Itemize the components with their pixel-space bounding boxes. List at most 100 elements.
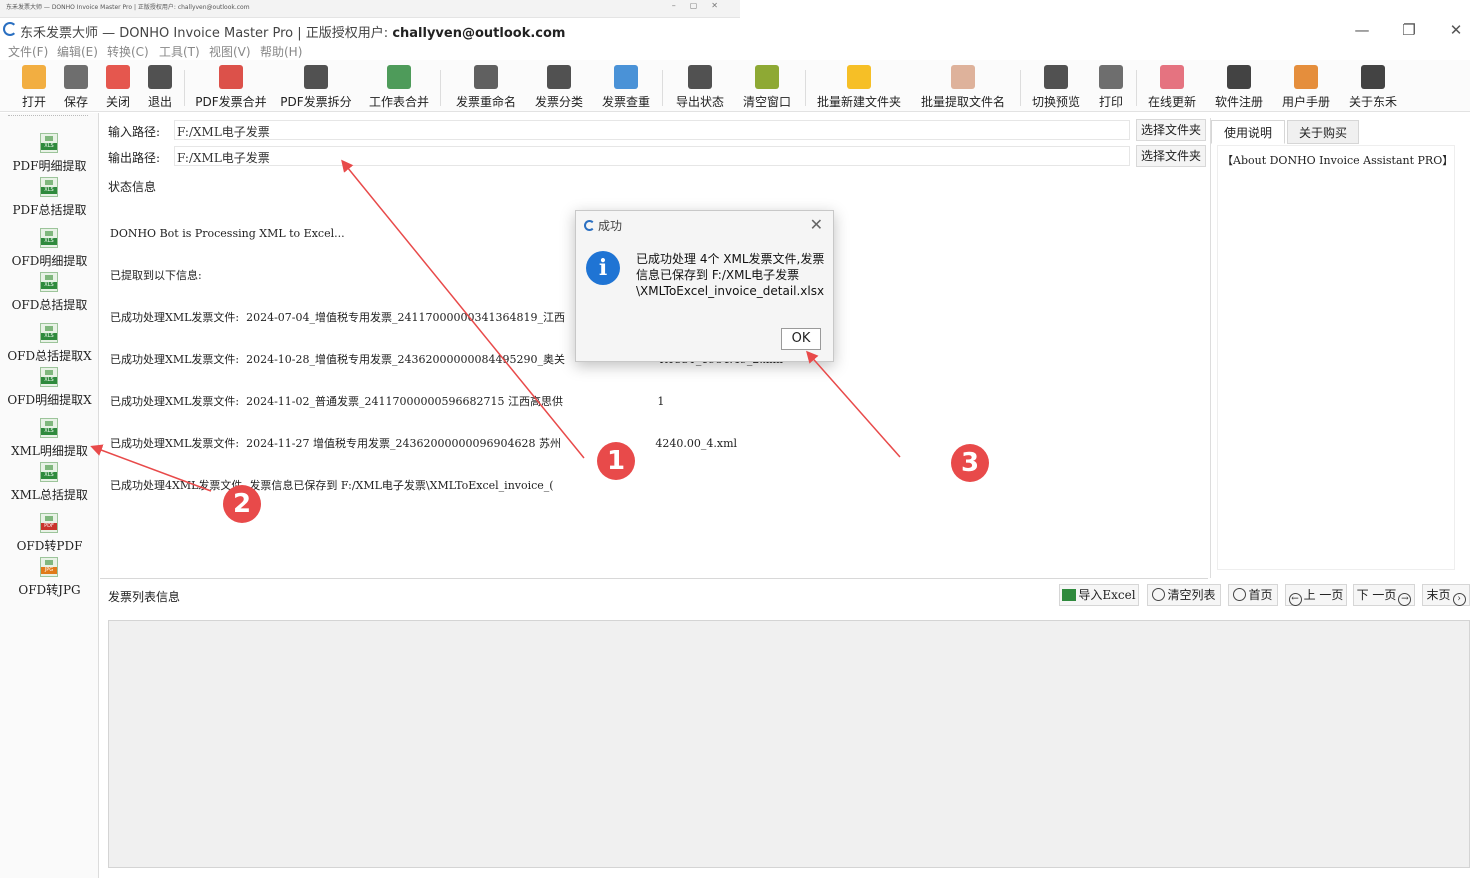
toolbar-duplicate-check-button[interactable]: 发票查重: [601, 63, 651, 111]
menu-convert[interactable]: 转换(C): [107, 43, 149, 60]
menu-tools[interactable]: 工具(T): [159, 43, 200, 60]
toolbar-pdf-split-button[interactable]: PDF发票拆分: [280, 63, 352, 111]
nav-label: OFD转PDF: [16, 539, 83, 553]
clear-list-button[interactable]: 清空列表: [1147, 584, 1221, 606]
nav-ofd-detail-extract[interactable]: OFD明细提取: [0, 228, 99, 272]
toolbar-pdf-merge-button[interactable]: PDF发票合并: [195, 63, 267, 111]
dialog-close-button[interactable]: ✕: [810, 215, 823, 234]
toolbar-register-button[interactable]: 软件注册: [1214, 63, 1264, 111]
nav-pdf-detail-extract[interactable]: PDF明细提取: [0, 133, 99, 177]
tab-purchase[interactable]: 关于购买: [1287, 120, 1359, 144]
excel-icon: [1062, 589, 1077, 601]
xls-icon: [40, 323, 58, 343]
status-line: 已成功处理4XML发票文件, 发票信息已保存到 F:/XML电子发票\XMLTo…: [110, 479, 554, 492]
toolbar-save-button[interactable]: 保存: [62, 63, 90, 111]
toolbar-batch-extract-filename-button[interactable]: 批量提取文件名: [921, 63, 1005, 111]
invoice-list-label: 发票列表信息: [108, 590, 181, 604]
menu-file[interactable]: 文件(F): [8, 43, 48, 60]
nav-label: OFD明细提取: [11, 254, 88, 268]
nav-ofd-detail-extract-x[interactable]: OFD明细提取X: [0, 367, 99, 411]
toolbar-label: PDF发票拆分: [280, 95, 352, 109]
window-title: 东禾发票大师 — DONHO Invoice Master Pro | 正版授权…: [20, 22, 565, 41]
next-page-button[interactable]: 下 一页 →: [1353, 584, 1415, 606]
menu-edit[interactable]: 编辑(E): [57, 43, 98, 60]
output-browse-button[interactable]: 选择文件夹: [1136, 145, 1206, 167]
toolbar-label: 打开: [21, 95, 46, 109]
toolbar-label: 在线更新: [1147, 95, 1196, 109]
toolbar: 打开 保存 关闭 退出 PDF发票合并 PDF发票拆分 工作表合并 发票重命名 …: [0, 60, 1470, 112]
first-page-button[interactable]: 首页: [1228, 584, 1278, 606]
toolbar-label: 退出: [147, 95, 172, 109]
pdf-split-icon: [304, 65, 328, 89]
button-label: 导入Excel: [1078, 588, 1136, 602]
info-icon: i: [586, 251, 620, 285]
toolbar-label: 发票分类: [534, 95, 583, 109]
right-help-panel: 使用说明 关于购买 【About DONHO Invoice Assistant…: [1210, 118, 1468, 578]
input-browse-button[interactable]: 选择文件夹: [1136, 119, 1206, 141]
switch-preview-icon: [1044, 65, 1068, 89]
invoice-list-grid[interactable]: [108, 620, 1470, 868]
toolbar-label: 批量新建文件夹: [816, 95, 901, 109]
inner-restore-button[interactable]: ▢: [690, 1, 712, 10]
nav-ofd-to-jpg[interactable]: OFD转JPG: [0, 557, 99, 601]
splitter[interactable]: [100, 578, 1208, 579]
dialog-title-text: 成功: [598, 219, 623, 233]
inner-close-button[interactable]: ✕: [711, 1, 732, 10]
nav-pdf-summary-extract[interactable]: PDF总括提取: [0, 177, 99, 221]
exit-icon: [148, 65, 172, 89]
toolbar-about-button[interactable]: 关于东禾: [1348, 63, 1398, 111]
minimize-button[interactable]: —: [1347, 20, 1377, 40]
ok-button[interactable]: OK: [781, 328, 821, 350]
toolbar-manual-button[interactable]: 用户手册: [1281, 63, 1331, 111]
nav-xml-detail-extract[interactable]: XML明细提取: [0, 418, 99, 462]
toolbar-export-status-button[interactable]: 导出状态: [675, 63, 725, 111]
menu-view[interactable]: 视图(V): [209, 43, 251, 60]
nav-label: OFD总括提取X: [7, 349, 92, 363]
nav-label: PDF明细提取: [12, 159, 87, 173]
nav-xml-summary-extract[interactable]: XML总括提取: [0, 462, 99, 506]
import-excel-button[interactable]: 导入Excel: [1059, 584, 1139, 606]
toolbar-separator: [184, 70, 185, 106]
xls-icon: [40, 177, 58, 197]
duplicate-check-icon: [614, 65, 638, 89]
toolbar-open-button[interactable]: 打开: [20, 63, 48, 111]
inner-title-strip: 东禾发票大师 — DONHO Invoice Master Pro | 正版授权…: [0, 0, 740, 18]
toolbar-label: 清空窗口: [742, 95, 791, 109]
output-path-field[interactable]: F:/XML电子发票: [174, 146, 1130, 166]
toolbar-classify-button[interactable]: 发票分类: [534, 63, 584, 111]
toolbar-close-button[interactable]: 关闭: [104, 63, 132, 111]
toolbar-exit-button[interactable]: 退出: [146, 63, 174, 111]
prev-page-button[interactable]: ← 上 一页: [1285, 584, 1347, 606]
xls-icon: [40, 272, 58, 292]
toolbar-switch-preview-button[interactable]: 切换预览: [1031, 63, 1081, 111]
extract-filename-icon: [951, 65, 975, 89]
inner-title-text: 东禾发票大师 — DONHO Invoice Master Pro | 正版授权…: [6, 4, 250, 11]
inner-minimize-button[interactable]: –: [672, 1, 690, 10]
toolbar-sheet-merge-button[interactable]: 工作表合并: [369, 63, 429, 111]
nav-ofd-to-pdf[interactable]: OFD转PDF: [0, 513, 99, 557]
nav-ofd-summary-extract-x[interactable]: OFD总括提取X: [0, 323, 99, 367]
toolbar-rename-button[interactable]: 发票重命名: [456, 63, 516, 111]
close-window-button[interactable]: ✕: [1441, 20, 1470, 40]
nav-label: PDF总括提取: [12, 203, 87, 217]
button-label: 末页: [1426, 588, 1451, 602]
toolbar-label: 切换预览: [1031, 95, 1080, 109]
restore-button[interactable]: ❐: [1394, 20, 1424, 40]
toolbar-clear-window-button[interactable]: 清空窗口: [742, 63, 792, 111]
toolbar-separator: [440, 70, 441, 106]
left-function-panel: PDF明细提取 PDF总括提取 OFD明细提取 OFD总括提取 OFD总括提取X…: [0, 113, 99, 878]
tab-usage-guide[interactable]: 使用说明: [1211, 120, 1285, 144]
last-page-button[interactable]: 末页 ›: [1422, 584, 1470, 606]
nav-ofd-summary-extract[interactable]: OFD总括提取: [0, 272, 99, 316]
toolbar-online-update-button[interactable]: 在线更新: [1147, 63, 1197, 111]
toolbar-batch-new-folder-button[interactable]: 批量新建文件夹: [817, 63, 901, 111]
save-icon: [64, 65, 88, 89]
annotation-badge-2: 2: [223, 485, 261, 523]
user-register-icon: [1227, 65, 1251, 89]
toolbar-label: 打印: [1098, 95, 1123, 109]
toolbar-print-button[interactable]: 打印: [1096, 63, 1126, 111]
help-content: 【About DONHO Invoice Assistant PRO】: [1217, 145, 1455, 570]
input-path-field[interactable]: F:/XML电子发票: [174, 120, 1130, 140]
menu-help[interactable]: 帮助(H): [260, 43, 302, 60]
clear-window-icon: [755, 65, 779, 89]
